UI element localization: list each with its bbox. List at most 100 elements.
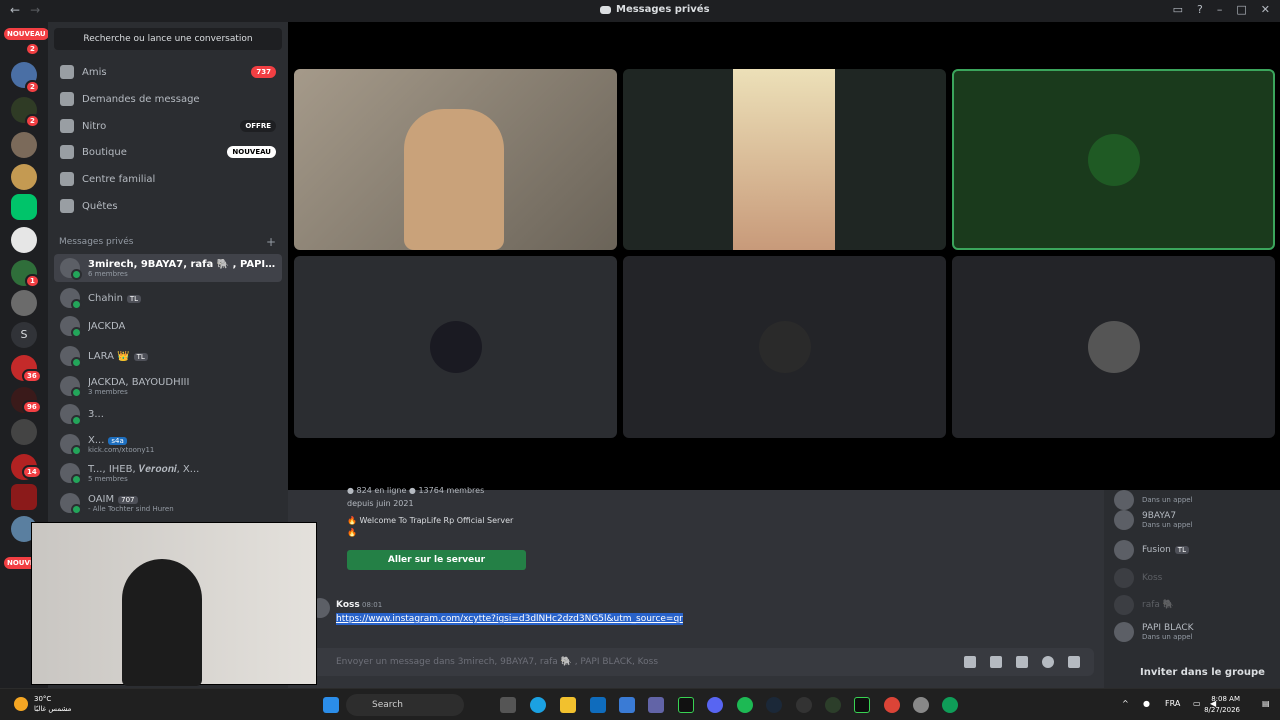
help-icon[interactable]: ? — [1197, 3, 1203, 16]
dm-sub: - Alle Tochter sind Huren — [88, 504, 174, 513]
title-bar: ← → Messages privés ▭ ? – □ ✕ — [0, 0, 1280, 22]
dm-item[interactable]: JACKDA, BAYOUDHIII 3 membres — [54, 372, 282, 400]
audio-tile[interactable] — [294, 256, 617, 438]
notification-icon[interactable]: ▤ — [1262, 699, 1270, 708]
app-icon[interactable] — [796, 697, 812, 713]
gift-icon[interactable] — [964, 656, 976, 668]
back-arrow-icon[interactable]: ← — [10, 3, 20, 17]
message-link[interactable]: https://www.instagram.com/xcytte?igsi=d3… — [336, 613, 683, 625]
create-dm-icon[interactable]: + — [266, 235, 276, 249]
nav-friends[interactable]: Amis 737 — [54, 59, 282, 85]
nav-nitro[interactable]: Nitro OFFRE — [54, 113, 282, 139]
dm-item-active[interactable]: 3mirech, 9BAYA7, rafa 🐘 , PAPI BLACK,...… — [54, 254, 282, 282]
member-item[interactable]: Fusion TL — [1114, 540, 1189, 560]
store-icon[interactable] — [619, 697, 635, 713]
nav-quests[interactable]: Quêtes — [54, 193, 282, 219]
edge-icon[interactable] — [530, 697, 546, 713]
dm-name: 3mirech, 9BAYA7, rafa 🐘 , PAPI BLACK,... — [88, 258, 278, 270]
weather-icon — [14, 697, 28, 711]
server-icon[interactable] — [11, 419, 37, 445]
member-item[interactable]: rafa 🐘 — [1114, 595, 1174, 615]
chrome-icon[interactable] — [884, 697, 900, 713]
dm-item[interactable]: LARA 👑 TL — [54, 342, 282, 370]
minimize-icon[interactable]: – — [1217, 3, 1223, 16]
dm-item[interactable]: X... s4a kick.com/xtoony11 — [54, 430, 282, 458]
start-icon[interactable] — [323, 697, 339, 713]
server-icon[interactable] — [11, 290, 37, 316]
maximize-icon[interactable]: □ — [1236, 3, 1246, 16]
task-view-icon[interactable] — [500, 697, 516, 713]
join-server-button[interactable]: Aller sur le serveur — [347, 550, 526, 570]
conversation-search-button[interactable]: Recherche ou lance une conversation — [54, 28, 282, 50]
language-indicator[interactable]: FRA — [1165, 699, 1180, 708]
dm-name: Chahin — [88, 292, 123, 304]
gif-icon[interactable] — [990, 656, 1002, 668]
server-letter-s[interactable]: S — [11, 322, 37, 348]
dm-name: T..., IHEB, 𝑽𝒆𝒓𝒐𝒐𝒏𝒊, X... — [88, 463, 200, 475]
message-author[interactable]: Koss — [336, 600, 360, 610]
voice-call-area — [288, 22, 1280, 490]
nav-message-requests[interactable]: Demandes de message — [54, 86, 282, 112]
dm-item[interactable]: Chahin TL — [54, 284, 282, 312]
tag-badge: TL — [126, 294, 142, 303]
dm-item[interactable]: 3... — [54, 400, 282, 428]
nav-shop[interactable]: Boutique NOUVEAU — [54, 139, 282, 165]
emoji-icon[interactable] — [1042, 656, 1054, 668]
mention-badge: 36 — [22, 369, 42, 383]
avatar — [1114, 510, 1134, 530]
member-item[interactable]: Koss — [1114, 568, 1162, 588]
member-item[interactable]: 9BAYA7 Dans un appel — [1114, 510, 1193, 530]
member-item[interactable]: PAPI BLACK Dans un appel — [1114, 622, 1194, 642]
audio-tile[interactable] — [952, 256, 1275, 438]
audio-tile[interactable] — [623, 256, 946, 438]
teams-icon[interactable] — [648, 697, 664, 713]
sticker-icon[interactable] — [1016, 656, 1028, 668]
forward-arrow-icon[interactable]: → — [30, 3, 40, 17]
dm-item[interactable]: OAIM 707 - Alle Tochter sind Huren — [54, 489, 282, 517]
avatar — [60, 463, 82, 485]
nav-family-center[interactable]: Centre familial — [54, 166, 282, 192]
invite-group-button[interactable]: Inviter dans le groupe p... — [1118, 662, 1268, 700]
nav-arrows: ← → — [10, 3, 50, 17]
spotify-icon[interactable] — [737, 697, 753, 713]
clock[interactable]: 8:08 AM 8/27/2026 — [1204, 694, 1240, 716]
speaking-tile[interactable] — [952, 69, 1275, 250]
weather-widget[interactable]: 30°C مشمس غالبًا — [34, 694, 71, 714]
taskbar-search[interactable]: Search — [346, 694, 464, 716]
avatar — [1114, 568, 1134, 588]
dm-item[interactable]: JACKDA — [54, 312, 282, 340]
server-icon[interactable] — [11, 132, 37, 158]
composer-icons — [964, 656, 1080, 668]
video-tile[interactable] — [623, 69, 946, 250]
server-icon[interactable] — [11, 164, 37, 190]
steam-icon[interactable] — [766, 697, 782, 713]
outlook-icon[interactable] — [590, 697, 606, 713]
discord-icon — [600, 5, 611, 14]
tray-chevron-icon[interactable]: ^ — [1122, 699, 1129, 708]
network-icon[interactable]: ▭ — [1193, 699, 1201, 708]
server-icon[interactable] — [11, 194, 37, 220]
webcam-chair — [122, 559, 202, 686]
close-icon[interactable]: ✕ — [1261, 3, 1270, 16]
app-icon[interactable] — [678, 697, 694, 713]
window-controls: ▭ ? – □ ✕ — [1173, 3, 1270, 16]
settings-icon[interactable] — [913, 697, 929, 713]
friends-count-badge: 737 — [251, 66, 276, 78]
app-icon[interactable] — [825, 697, 841, 713]
dm-item[interactable]: T..., IHEB, 𝑽𝒆𝒓𝒐𝒐𝒏𝒊, X... 5 membres — [54, 459, 282, 487]
server-icon[interactable] — [11, 484, 37, 510]
inbox-icon[interactable]: ▭ — [1173, 3, 1183, 16]
mic-icon[interactable]: ● — [1143, 699, 1150, 708]
discord-taskbar-icon[interactable] — [707, 697, 723, 713]
avatar — [1114, 622, 1134, 642]
chrome-icon[interactable] — [942, 697, 958, 713]
app-icon[interactable] — [854, 697, 870, 713]
member-name: rafa 🐘 — [1142, 600, 1174, 610]
friends-icon — [60, 65, 74, 79]
explorer-icon[interactable] — [560, 697, 576, 713]
apps-icon[interactable] — [1068, 656, 1080, 668]
mention-badge: 96 — [22, 400, 42, 414]
member-item[interactable]: Dans un appel — [1114, 490, 1193, 510]
video-tile[interactable] — [294, 69, 617, 250]
server-icon[interactable] — [11, 227, 37, 253]
